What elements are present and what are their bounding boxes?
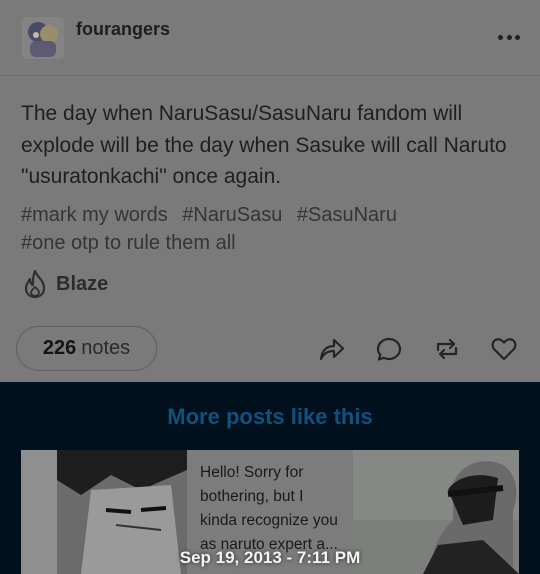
username[interactable]: fourangers: [76, 19, 170, 40]
timestamp: Sep 19, 2013 - 7:11 PM: [179, 548, 361, 567]
tag-narusasu[interactable]: #NaruSasu: [182, 204, 282, 226]
notes-count: 226: [42, 337, 77, 359]
reply-bubble-icon[interactable]: [375, 335, 403, 363]
more-posts-title: More posts like this: [167, 404, 373, 429]
post-card: fourangers The day when NaruSasu/SasuNar…: [0, 0, 540, 382]
reblog-icon[interactable]: [433, 335, 461, 363]
flame-icon: [24, 269, 46, 299]
notes-label: notes: [81, 337, 131, 359]
post-header: fourangers: [0, 0, 540, 76]
avatar[interactable]: [22, 17, 64, 59]
more-posts-section: More posts like this Hello! Sorry for bo…: [0, 382, 540, 574]
blaze-label: Blaze: [56, 272, 109, 295]
thumbnail-text: Hello! Sorry for bothering, but I kinda …: [200, 464, 338, 553]
share-icon[interactable]: [317, 335, 345, 363]
heart-icon[interactable]: [490, 335, 518, 363]
blaze-button[interactable]: Blaze: [22, 268, 108, 300]
post-body: The day when NaruSasu/SasuNaru fandom wi…: [21, 102, 507, 188]
tags: #mark my words #NaruSasu #SasuNaru #one …: [21, 201, 521, 257]
tag-mark-my-words[interactable]: #mark my words: [21, 204, 168, 226]
more-horizontal-icon[interactable]: [498, 35, 520, 41]
notes-button[interactable]: 226 notes: [16, 326, 157, 371]
tag-sasunaru[interactable]: #SasuNaru: [297, 204, 397, 226]
tag-one-otp[interactable]: #one otp to rule them all: [21, 232, 236, 254]
